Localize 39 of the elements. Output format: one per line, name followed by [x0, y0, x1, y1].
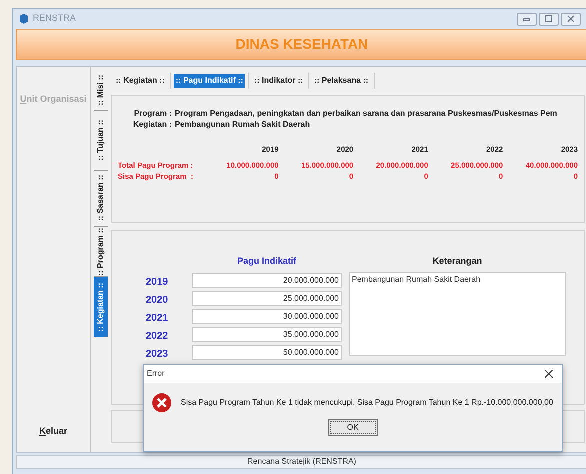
maximize-icon — [543, 14, 555, 24]
year-label: 2019 — [146, 276, 170, 290]
program-value: Program Pengadaan, peningkatan dan perbaikan sarana dan prasarana Puskesmas/Puskesmas Pem — [175, 108, 558, 119]
year-label: 2020 — [146, 294, 170, 308]
amount-field[interactable]: 20.000.000.000 — [192, 272, 342, 288]
minimize-button[interactable] — [517, 12, 537, 26]
ok-button[interactable]: OK — [328, 419, 378, 436]
amount-field[interactable]: 50.000.000.000 — [192, 344, 342, 360]
tab[interactable]: :: Indikator :: — [252, 74, 306, 88]
column-heading: Keterangan — [432, 255, 484, 268]
tab[interactable]: :: Pagu Indikatif :: — [174, 74, 246, 88]
field-label: Kegiatan : — [132, 119, 172, 130]
amount-field[interactable]: 25.000.000.000 — [192, 290, 342, 306]
status-text: Rencana Stratejik (RENSTRA) — [248, 456, 356, 468]
year-label: 2021 — [146, 312, 170, 326]
close-icon — [565, 14, 577, 24]
dialog-title: Error — [147, 368, 165, 380]
error-icon — [152, 393, 172, 413]
tab[interactable]: :: Kegiatan :: — [114, 74, 167, 88]
field-label: Program : — [133, 108, 172, 119]
vertical-tab[interactable]: :: Kegiatan :: — [94, 277, 108, 337]
window-title: RENSTRA — [33, 12, 76, 26]
vertical-tab[interactable]: :: Misi :: — [94, 71, 108, 111]
year-label: 2022 — [146, 330, 170, 344]
vertical-tab[interactable]: :: Sasaran :: — [94, 171, 108, 227]
close-button[interactable] — [543, 368, 555, 380]
amount-field[interactable]: 30.000.000.000 — [192, 308, 342, 324]
error-message: Sisa Pagu Program Tahun Ke 1 tidak mencukupi. Sisa Pagu Program Tahun Ke 1 Rp.-10.000.000.000,00 — [181, 397, 554, 409]
vertical-tab[interactable]: :: Tujuan :: — [94, 111, 108, 171]
maximize-button[interactable] — [539, 12, 559, 26]
kegiatan-value: Pembangunan Rumah Sakit Daerah — [175, 119, 312, 130]
sidebar-button[interactable]: Keluar — [39, 424, 68, 438]
keterangan-field[interactable]: Pembangunan Rumah Sakit Daerah — [349, 272, 566, 356]
year-label: 2023 — [146, 348, 170, 362]
column-heading: Pagu Indikatif — [236, 255, 298, 268]
header-title: DINAS KESEHATAN — [236, 35, 368, 54]
amount-field[interactable]: 35.000.000.000 — [192, 326, 342, 342]
app-icon — [19, 14, 29, 24]
tab[interactable]: :: Pelaksana :: — [312, 74, 371, 88]
